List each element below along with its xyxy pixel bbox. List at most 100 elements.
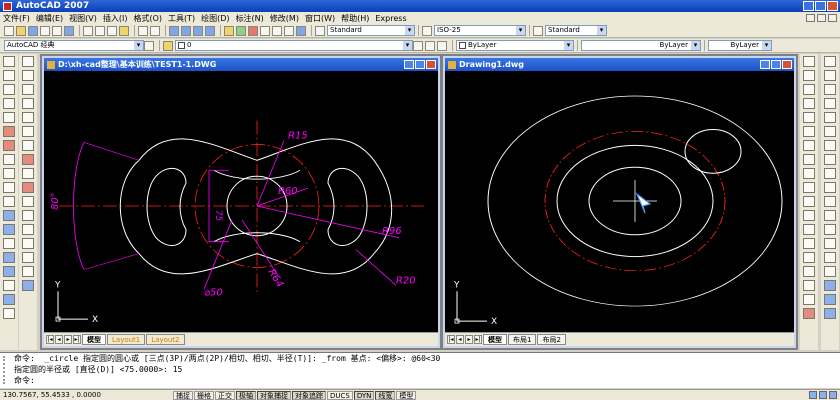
model-space-canvas[interactable]: R15 R60 R96 R64 R20 ⌀50 80° 75 Y X [44, 71, 438, 332]
rectangle-icon[interactable] [3, 112, 15, 123]
color-select[interactable]: ByLayer [456, 40, 574, 51]
menu-file[interactable]: 文件(F) [3, 13, 36, 24]
lock-icon[interactable] [819, 391, 827, 399]
region-icon[interactable] [3, 280, 15, 291]
match-properties-icon[interactable] [119, 25, 129, 36]
rotate-icon[interactable] [824, 140, 836, 151]
zoom-previous-icon[interactable] [205, 25, 215, 36]
layer-select[interactable]: 0 [175, 40, 413, 51]
revision-cloud-icon[interactable] [3, 154, 15, 165]
dim-style-select[interactable]: ISO-25 [434, 25, 526, 36]
stretch-icon[interactable] [824, 168, 836, 179]
linetype-select[interactable]: ByLayer [581, 40, 701, 51]
dim-update-icon[interactable] [803, 280, 815, 291]
new-icon[interactable] [4, 25, 14, 36]
menu-modify[interactable]: 修改(M) [270, 13, 305, 24]
snap-node-icon[interactable] [22, 238, 34, 249]
ortho-toggle[interactable]: 正交 [215, 390, 235, 400]
tab-next-icon[interactable]: ▸ [465, 335, 473, 344]
trim-icon[interactable] [824, 182, 836, 193]
table-icon[interactable] [3, 294, 15, 305]
mdi-close-button[interactable] [828, 14, 837, 22]
cut-icon[interactable] [83, 25, 93, 36]
ordinate-icon[interactable] [803, 98, 815, 109]
command-window-grip[interactable] [3, 356, 9, 384]
drawing-graphics[interactable]: R15 R60 R96 R64 R20 ⌀50 80° 75 Y X [44, 71, 438, 332]
layer-tools-icon[interactable] [824, 294, 836, 305]
properties-icon[interactable] [224, 25, 234, 36]
tab-last-icon[interactable]: ▸| [73, 335, 81, 344]
drawing-window-drawing1[interactable]: Drawing1.dwg Y X |◂ ◂ ▸ ▸| 模型 布局1 布局2 [443, 56, 796, 348]
minimize-button[interactable] [803, 1, 814, 11]
multiline-text-icon[interactable] [3, 308, 15, 319]
snap-intersection-icon[interactable] [22, 112, 34, 123]
temp-track-icon[interactable] [22, 56, 34, 67]
menu-insert[interactable]: 插入(I) [103, 13, 134, 24]
explode-icon[interactable] [824, 280, 836, 291]
menu-format[interactable]: 格式(O) [133, 13, 168, 24]
tab-last-icon[interactable]: ▸| [474, 335, 482, 344]
angular-dim-icon[interactable] [803, 154, 815, 165]
blocks-icon[interactable] [824, 308, 836, 319]
dim-edit-icon[interactable] [803, 252, 815, 263]
window-minimize-button[interactable] [404, 60, 414, 69]
workspace-select[interactable]: AutoCAD 经典 [4, 40, 144, 51]
dim-style-icon[interactable] [803, 294, 815, 305]
maximize-button[interactable] [815, 1, 826, 11]
baseline-dim-icon[interactable] [803, 182, 815, 193]
open-icon[interactable] [16, 25, 26, 36]
quick-leader-icon[interactable] [803, 210, 815, 221]
osnap-toggle[interactable]: 对象捕捉 [257, 390, 291, 400]
mdi-restore-button[interactable] [817, 14, 826, 22]
paste-icon[interactable] [107, 25, 117, 36]
line-icon[interactable] [3, 56, 15, 67]
make-block-icon[interactable] [3, 224, 15, 235]
point-icon[interactable] [3, 238, 15, 249]
fillet-icon[interactable] [824, 266, 836, 277]
menu-help[interactable]: 帮助(H) [341, 13, 375, 24]
window-titlebar[interactable]: Drawing1.dwg [445, 58, 794, 71]
lineweight-toggle[interactable]: 线宽 [375, 390, 396, 400]
tool-palettes-icon[interactable] [248, 25, 258, 36]
hatch-icon[interactable] [3, 252, 15, 263]
redo-icon[interactable] [150, 25, 160, 36]
break-icon[interactable] [824, 224, 836, 235]
radius-dim-icon[interactable] [803, 112, 815, 123]
snap-parallel-icon[interactable] [22, 210, 34, 221]
menu-edit[interactable]: 编辑(E) [36, 13, 69, 24]
help-icon[interactable] [296, 25, 306, 36]
diameter-dim-icon[interactable] [803, 140, 815, 151]
extend-icon[interactable] [824, 196, 836, 207]
coordinate-readout[interactable]: 130.7567, 55.4533 , 0.0000 [3, 391, 173, 399]
layer-manager-icon[interactable] [163, 40, 173, 51]
tab-first-icon[interactable]: |◂ [46, 335, 54, 344]
snap-midpoint-icon[interactable] [22, 98, 34, 109]
make-current-layer-icon[interactable] [413, 40, 423, 51]
drawing-window-test1[interactable]: D:\xh-cad整理\基本训练\TEST1-1.DWG R15 R60 R96… [42, 56, 440, 348]
move-icon[interactable] [824, 126, 836, 137]
tolerance-icon[interactable] [803, 224, 815, 235]
window-maximize-button[interactable] [771, 60, 781, 69]
preview-icon[interactable] [52, 25, 62, 36]
arc-length-icon[interactable] [803, 84, 815, 95]
calculator-icon[interactable] [284, 25, 294, 36]
mirror-icon[interactable] [824, 84, 836, 95]
design-center-icon[interactable] [236, 25, 246, 36]
markup-icon[interactable] [272, 25, 282, 36]
copy-object-icon[interactable] [824, 70, 836, 81]
window-titlebar[interactable]: D:\xh-cad整理\基本训练\TEST1-1.DWG [44, 58, 438, 71]
tab-prev-icon[interactable]: ◂ [456, 335, 464, 344]
join-icon[interactable] [824, 238, 836, 249]
save-icon[interactable] [28, 25, 38, 36]
snap-settings-icon[interactable] [22, 280, 34, 291]
undo-icon[interactable] [138, 25, 148, 36]
circle-icon[interactable] [3, 140, 15, 151]
text-style-select[interactable]: Standard [327, 25, 415, 36]
command-window[interactable]: 命令: _circle 指定圆的圆心或 [三点(3P)/两点(2P)/相切、相切… [0, 352, 840, 388]
dyn-toggle[interactable]: DYN [353, 390, 375, 400]
dim-text-edit-icon[interactable] [803, 266, 815, 277]
snap-none-icon[interactable] [22, 266, 34, 277]
pan-icon[interactable] [169, 25, 179, 36]
scale-icon[interactable] [824, 154, 836, 165]
arc-icon[interactable] [3, 126, 15, 137]
